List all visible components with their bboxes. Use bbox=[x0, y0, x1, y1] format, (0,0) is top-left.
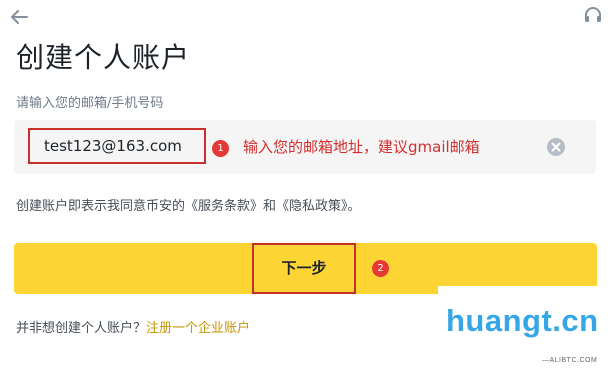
annotation-marker-1: 1 bbox=[212, 140, 229, 157]
headset-icon[interactable] bbox=[582, 4, 604, 26]
terms-agreement-text: 创建账户即表示我同意币安的《服务条款》和《隐私政策》。 bbox=[16, 199, 361, 214]
footer-question: 并非想创建个人账户？ bbox=[16, 321, 147, 336]
next-button-label[interactable]: 下一步 bbox=[252, 243, 356, 294]
create-account-page: 创建个人账户 请输入您的邮箱/手机号码 test123@163.com 1 输入… bbox=[0, 0, 610, 368]
register-business-account-link[interactable]: 注册一个企业账户 bbox=[146, 321, 250, 336]
arrow-left-icon[interactable] bbox=[8, 6, 30, 28]
page-title: 创建个人账户 bbox=[16, 41, 191, 74]
footer: 并非想创建个人账户？注册一个企业账户 bbox=[16, 320, 250, 338]
annotation-note-1: 输入您的邮箱地址，建议gmail邮箱 bbox=[243, 138, 480, 156]
email-field-label: 请输入您的邮箱/手机号码 bbox=[16, 96, 164, 111]
email-field[interactable]: test123@163.com 1 输入您的邮箱地址，建议gmail邮箱 bbox=[14, 120, 596, 174]
email-input-value[interactable]: test123@163.com bbox=[28, 128, 206, 164]
watermark-subtext: —ALIBTC.COM bbox=[542, 357, 598, 364]
watermark-text: huangt.cn bbox=[446, 303, 599, 338]
clear-circle-icon[interactable] bbox=[546, 137, 566, 157]
annotation-marker-2: 2 bbox=[372, 260, 389, 277]
